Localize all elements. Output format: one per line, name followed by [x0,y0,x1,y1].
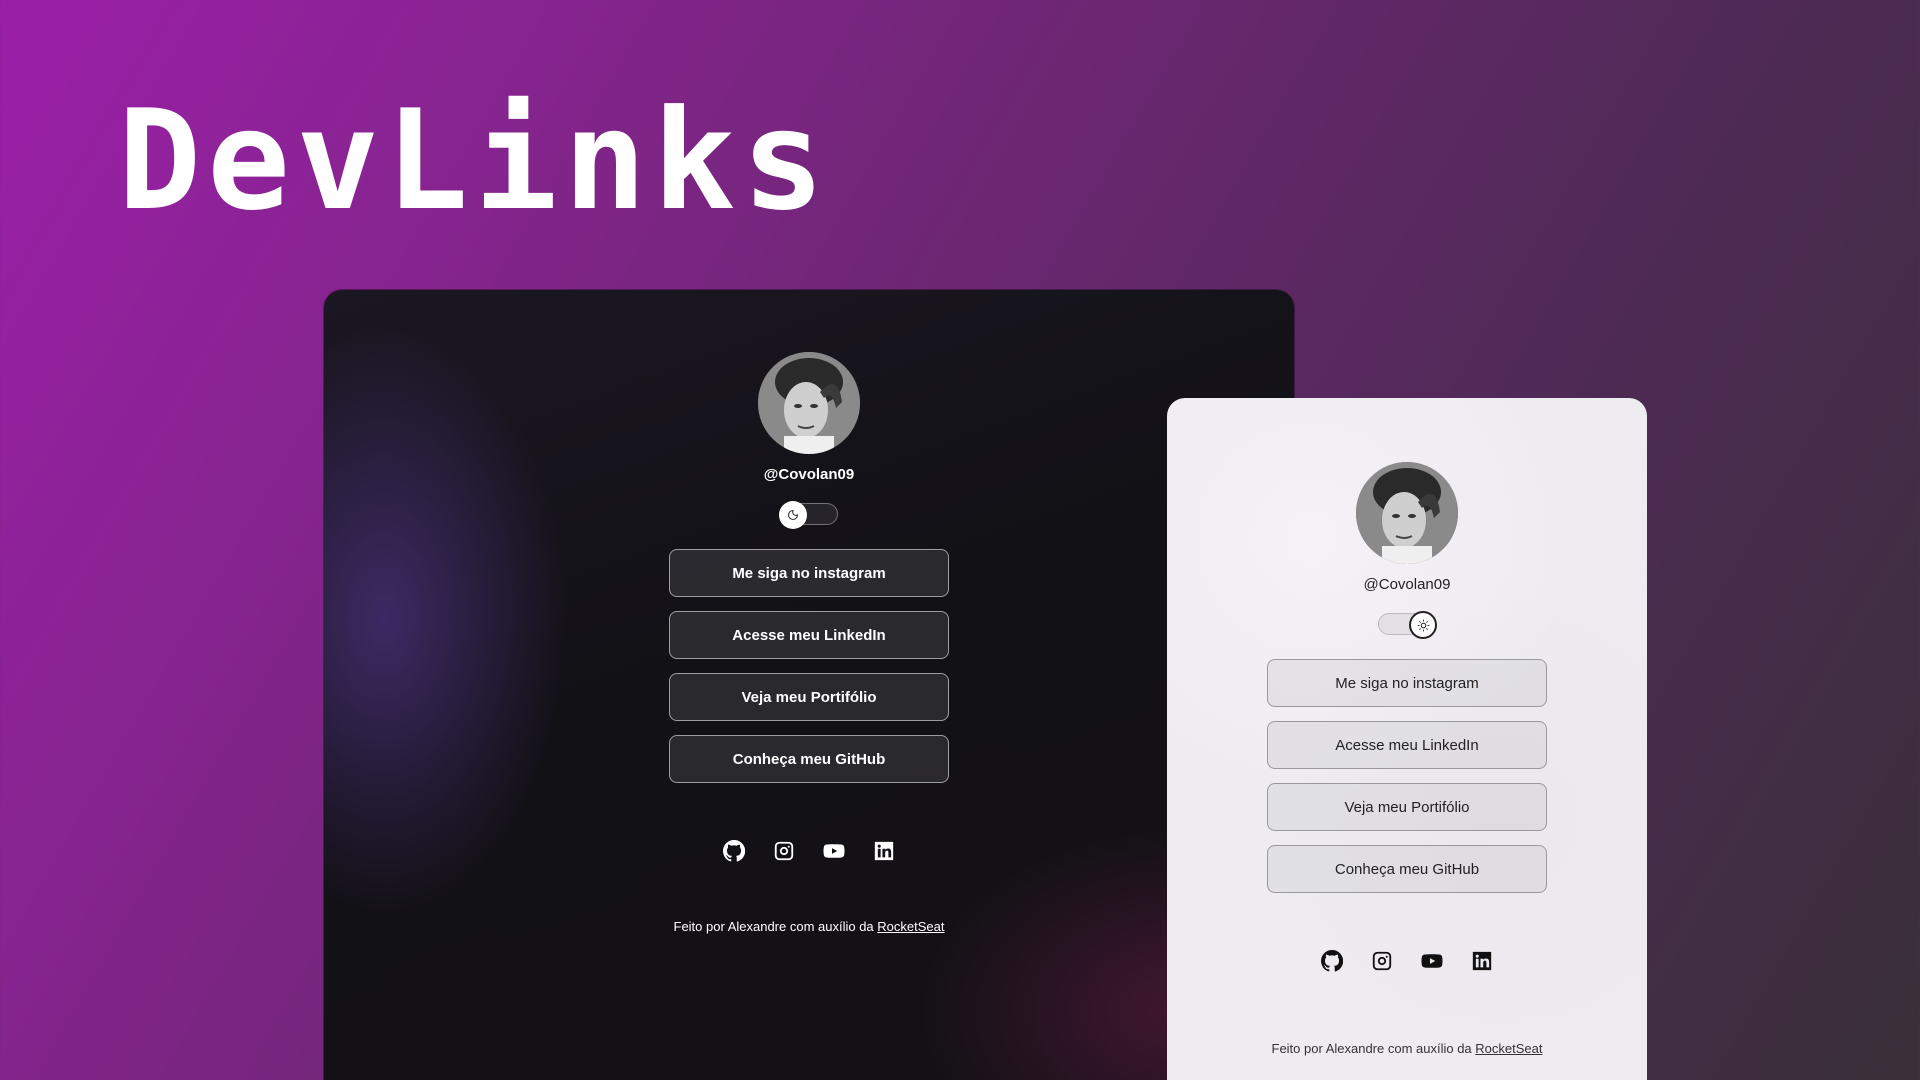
linkedin-link-button[interactable]: Acesse meu LinkedIn [1267,721,1547,769]
page-title: DevLinks [118,80,831,241]
avatar [758,352,860,454]
portfolio-link-button[interactable]: Veja meu Portifólio [1267,783,1547,831]
footer-credit: Feito por Alexandre com auxílio da Rocke… [674,919,945,934]
link-list: Me siga no instagram Acesse meu LinkedIn… [1267,659,1547,893]
linkedin-icon[interactable] [872,839,896,863]
github-link-button[interactable]: Conheça meu GitHub [1267,845,1547,893]
avatar [1356,462,1458,564]
profile-section: @Covolan09 Me siga no instagram Acesse m… [324,352,1294,934]
instagram-icon[interactable] [772,839,796,863]
github-icon[interactable] [722,839,746,863]
linkedin-icon[interactable] [1470,949,1494,973]
theme-toggle[interactable] [779,501,838,529]
link-list: Me siga no instagram Acesse meu LinkedIn… [669,549,949,783]
github-icon[interactable] [1320,949,1344,973]
sun-icon [1409,611,1437,639]
social-links [1320,949,1494,973]
social-links [722,839,896,863]
light-theme-preview: @Covolan09 Me siga no instagram Acesse m… [1167,398,1647,1080]
rocketseat-link[interactable]: RocketSeat [877,919,944,934]
instagram-icon[interactable] [1370,949,1394,973]
moon-icon [779,501,807,529]
instagram-link-button[interactable]: Me siga no instagram [1267,659,1547,707]
linkedin-link-button[interactable]: Acesse meu LinkedIn [669,611,949,659]
footer-credit: Feito por Alexandre com auxílio da Rocke… [1272,1041,1543,1056]
rocketseat-link[interactable]: RocketSeat [1475,1041,1542,1056]
footer-text: Feito por Alexandre com auxílio da [1271,1041,1476,1056]
profile-handle: @Covolan09 [763,466,855,483]
dark-theme-preview: @Covolan09 Me siga no instagram Acesse m… [324,290,1294,1080]
github-link-button[interactable]: Conheça meu GitHub [669,735,949,783]
portfolio-link-button[interactable]: Veja meu Portifólio [669,673,949,721]
youtube-icon[interactable] [822,839,846,863]
instagram-link-button[interactable]: Me siga no instagram [669,549,949,597]
footer-text: Feito por Alexandre com auxílio da [673,919,878,934]
profile-section: @Covolan09 Me siga no instagram Acesse m… [1167,462,1647,1056]
profile-handle: @Covolan09 [1363,576,1451,593]
youtube-icon[interactable] [1420,949,1444,973]
theme-toggle[interactable] [1378,611,1437,639]
